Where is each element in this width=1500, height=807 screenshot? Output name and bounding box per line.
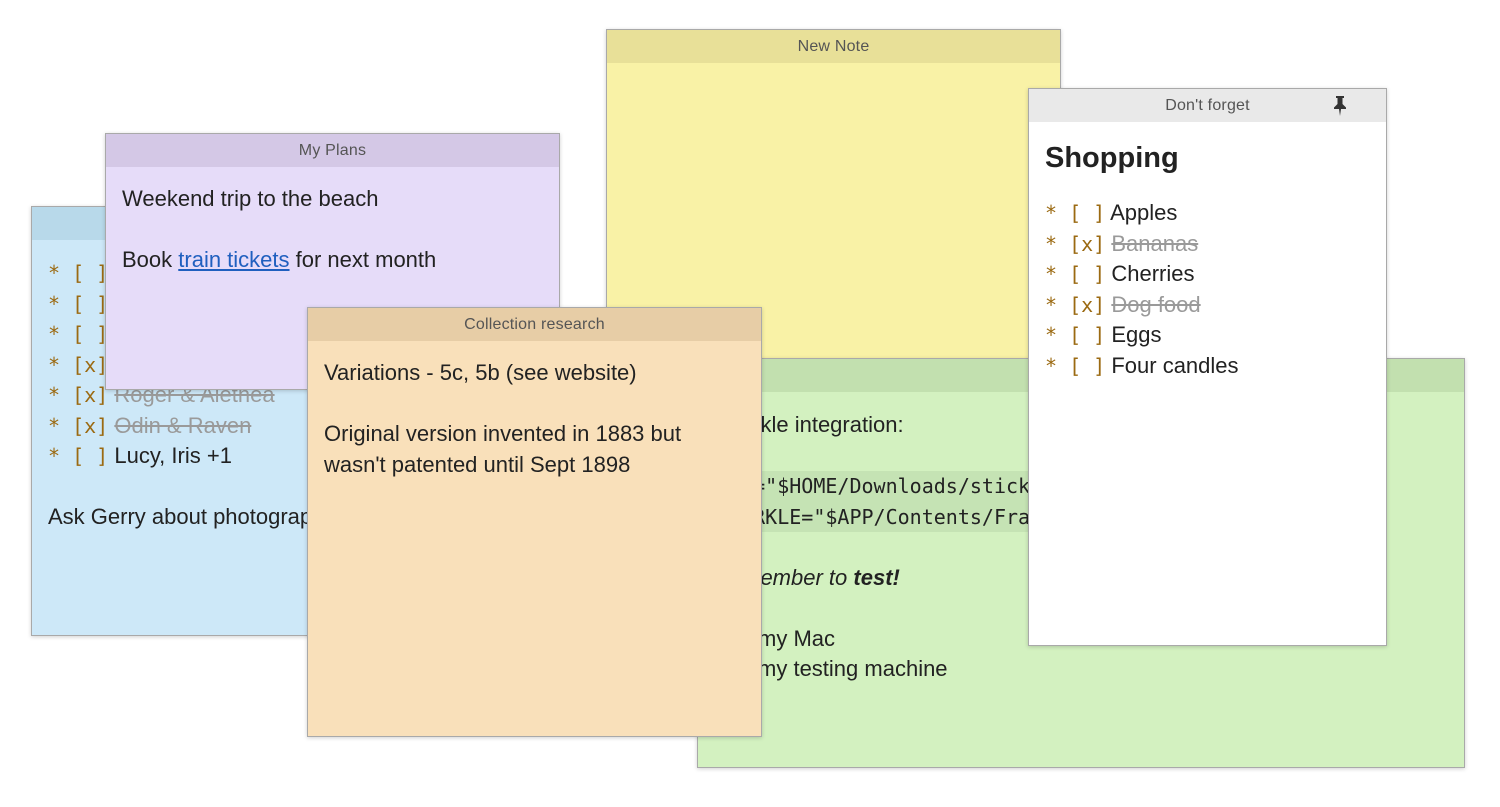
note-orange[interactable]: Collection research Variations - 5c, 5b … (307, 307, 762, 737)
note-title-bar[interactable]: Collection research (308, 308, 761, 341)
checkbox-bullet[interactable]: * [x] (1045, 232, 1105, 256)
bold-italic-text: test! (853, 564, 900, 590)
checkbox-bullet[interactable]: * [x] (48, 414, 108, 438)
note-text: Variations - 5c, 5b (see website) (324, 360, 637, 385)
item-text: Lucy, Iris +1 (114, 443, 232, 468)
note-text: Weekend trip to the beach (122, 186, 379, 211)
checkbox-bullet[interactable]: * [x] (48, 353, 108, 377)
checklist-item: * [ ] Eggs (1045, 320, 1370, 351)
checklist-item: * [ ] Apples (1045, 198, 1370, 229)
note-title-bar[interactable]: New Note (607, 30, 1060, 63)
checkbox-bullet[interactable]: * [ ] (1045, 354, 1105, 378)
note-heading: Shopping (1045, 142, 1179, 174)
pin-icon[interactable] (1330, 95, 1350, 117)
checkbox-bullet[interactable]: * [x] (48, 383, 108, 407)
train-tickets-link[interactable]: train tickets (178, 247, 289, 272)
item-text: Apples (1110, 200, 1178, 225)
checkbox-bullet[interactable]: * [ ] (48, 261, 108, 285)
checkbox-bullet[interactable]: * [ ] (1045, 262, 1105, 286)
item-text: Dog food (1111, 291, 1201, 317)
note-white[interactable]: Don't forget Shopping * [ ] Apples * [x]… (1028, 88, 1387, 646)
checklist-item: * [x] Dog food (1045, 290, 1370, 321)
note-title-bar[interactable]: Don't forget (1029, 89, 1386, 122)
note-title: My Plans (298, 142, 367, 159)
note-text-line: Book train tickets for next month (122, 245, 543, 276)
note-title: Collection research (464, 316, 605, 333)
note-text: Original version invented in 1883 but (324, 421, 682, 446)
note-text: wasn't patented until Sept 1898 (324, 451, 631, 477)
checkbox-bullet[interactable]: * [x] (1045, 293, 1105, 317)
item-text: Eggs (1111, 322, 1162, 347)
text-span: Book (122, 247, 179, 272)
checklist-item: * [ ] Cherries (1045, 259, 1370, 290)
note-title: Don't forget (1165, 97, 1250, 114)
checklist-item: * [x] Bananas (1045, 229, 1370, 260)
checkbox-bullet[interactable]: * [ ] (48, 322, 108, 346)
item-text: Odin & Raven (114, 412, 252, 438)
checkbox-bullet[interactable]: * [ ] (1045, 201, 1105, 225)
item-text: Bananas (1111, 230, 1199, 256)
checkbox-bullet[interactable]: * [ ] (48, 444, 108, 468)
text-span: for next month (289, 247, 437, 272)
list-item: - on my testing machine (714, 656, 948, 681)
item-text: Cherries (1111, 261, 1195, 286)
checkbox-bullet[interactable]: * [ ] (48, 292, 108, 316)
note-title: New Note (797, 38, 870, 55)
checklist-item: * [ ] Four candles (1045, 351, 1370, 382)
note-title-bar[interactable]: My Plans (106, 134, 559, 167)
item-text: Four candles (1111, 352, 1239, 378)
checkbox-bullet[interactable]: * [ ] (1045, 323, 1105, 347)
